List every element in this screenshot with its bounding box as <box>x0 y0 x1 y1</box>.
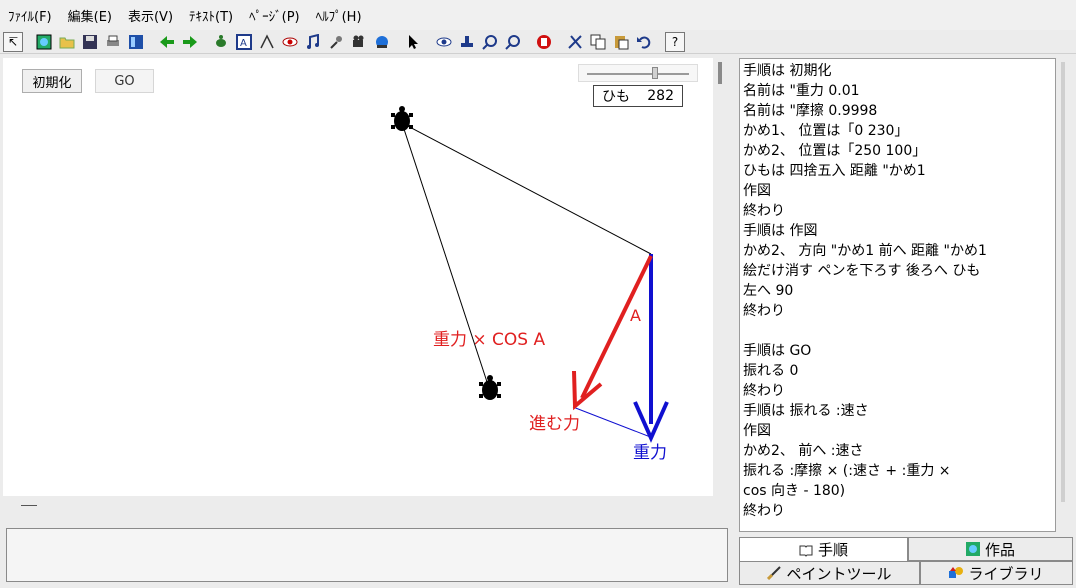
open-folder-icon[interactable] <box>57 32 77 52</box>
save-icon[interactable] <box>80 32 100 52</box>
string-line-1 <box>401 122 652 255</box>
music-icon[interactable] <box>303 32 323 52</box>
text-box-icon[interactable]: A <box>234 32 254 52</box>
code-line[interactable]: かめ2、 前へ :速さ <box>743 441 1055 461</box>
stop-hand-icon[interactable] <box>534 32 554 52</box>
code-line[interactable]: 名前は "摩擦 0.9998 <box>743 101 1055 121</box>
tab-library[interactable]: ライブラリ <box>920 561 1073 585</box>
code-line[interactable]: 振れる 0 <box>743 361 1055 381</box>
code-line[interactable]: かめ2、 位置は「250 100」 <box>743 141 1055 161</box>
tab-paint-label: ペイントツール <box>786 564 892 583</box>
zoom-in-icon[interactable] <box>480 32 500 52</box>
brush-icon <box>767 566 782 581</box>
angle-label: A <box>630 306 641 325</box>
turtle-1-icon <box>391 106 413 131</box>
book-icon <box>799 543 813 557</box>
code-line[interactable]: 終わり <box>743 381 1055 401</box>
turtle-2-icon <box>479 375 501 400</box>
menu-file[interactable]: ﾌｧｲﾙ(F) <box>0 6 60 25</box>
network-globe-icon[interactable] <box>372 32 392 52</box>
command-input[interactable] <box>6 528 728 582</box>
stamp-icon[interactable] <box>457 32 477 52</box>
svg-text:A: A <box>240 38 247 49</box>
code-line[interactable]: 左へ 90 <box>743 281 1055 301</box>
page-layout-icon[interactable] <box>126 32 146 52</box>
code-line[interactable]: 名前は "重力 0.01 <box>743 81 1055 101</box>
paste-icon[interactable] <box>611 32 631 52</box>
tab-library-label: ライブラリ <box>968 564 1044 583</box>
menu-text[interactable]: ﾃｷｽﾄ(T) <box>181 6 241 25</box>
code-line[interactable]: かめ2、 方向 "かめ1 前へ 距離 "かめ1 <box>743 241 1055 261</box>
restore-icon[interactable]: ↸ <box>3 31 23 52</box>
turtle-icon[interactable] <box>211 32 231 52</box>
microphone-icon[interactable] <box>326 32 346 52</box>
sensor-icon[interactable] <box>257 32 277 52</box>
gravity-label: 重力 <box>633 443 667 463</box>
work-globe-icon <box>965 542 980 556</box>
canvas-scrollbar[interactable] <box>718 62 722 84</box>
code-line[interactable]: 終わり <box>743 301 1055 321</box>
code-line[interactable]: 手順は 振れる :速さ <box>743 401 1055 421</box>
code-line[interactable]: 終わり <box>743 201 1055 221</box>
help-icon[interactable]: ? <box>665 31 685 52</box>
tab-procedure[interactable]: 手順 <box>739 537 908 561</box>
shapes-icon <box>949 566 964 580</box>
eye-red-icon[interactable] <box>280 32 300 52</box>
menu-edit[interactable]: 編集(E) <box>60 6 120 25</box>
pointer-icon[interactable] <box>403 32 423 52</box>
menu-help[interactable]: ﾍﾙﾌﾟ(H) <box>308 6 370 25</box>
undo-icon[interactable] <box>634 32 654 52</box>
copy-icon[interactable] <box>588 32 608 52</box>
code-line[interactable]: 振れる :摩擦 × (:速さ + :重力 × <box>743 461 1055 481</box>
tab-work-label: 作品 <box>984 540 1015 559</box>
code-line[interactable]: 作図 <box>743 181 1055 201</box>
code-line[interactable] <box>743 321 1055 341</box>
zoom-out-icon[interactable] <box>503 32 523 52</box>
code-line[interactable]: かめ1、 位置は「0 230」 <box>743 121 1055 141</box>
code-line[interactable]: 絵だけ消す ペンを下ろす 後ろへ ひも <box>743 261 1055 281</box>
canvas-splitter[interactable] <box>21 505 37 506</box>
menu-bar: ﾌｧｲﾙ(F) 編集(E) 表示(V) ﾃｷｽﾄ(T) ﾍﾟｰｼﾞ(P) ﾍﾙﾌ… <box>0 0 1076 30</box>
code-line[interactable]: 手順は GO <box>743 341 1055 361</box>
procedure-editor[interactable]: 手順は 初期化 名前は "重力 0.01 名前は "摩擦 0.9998 かめ1、 位置… <box>739 58 1056 532</box>
arrow-left-icon[interactable] <box>157 32 177 52</box>
susumu-label: 進む力 <box>529 414 580 434</box>
print-icon[interactable] <box>103 32 123 52</box>
code-line[interactable]: 手順は 初期化 <box>743 61 1055 81</box>
toolbar: ↸ A ? <box>0 30 1076 54</box>
pendulum-diagram: 重力 × COS A A 進む力 重力 <box>391 106 669 463</box>
forward-force-arrow <box>572 255 653 411</box>
code-line[interactable]: cos 向き - 180) <box>743 481 1055 501</box>
tab-procedure-label: 手順 <box>817 541 848 559</box>
code-line[interactable]: 手順は 作図 <box>743 221 1055 241</box>
cos-label: 重力 × COS A <box>433 330 545 350</box>
eye-icon[interactable] <box>434 32 454 52</box>
menu-page[interactable]: ﾍﾟｰｼﾞ(P) <box>241 6 307 25</box>
cut-icon[interactable] <box>565 32 585 52</box>
movie-icon[interactable] <box>349 32 369 52</box>
panel-tabs: 手順 作品 ペイントツール ライブラリ <box>739 537 1073 585</box>
code-line[interactable]: ひもは 四捨五入 距離 "かめ1 <box>743 161 1055 181</box>
arrow-right-icon[interactable] <box>180 32 200 52</box>
globe-icon[interactable] <box>34 32 54 52</box>
code-line[interactable]: 終わり <box>743 501 1055 521</box>
tab-work[interactable]: 作品 <box>908 537 1073 561</box>
drawing-canvas[interactable]: 初期化 GO ひも 282 重力 × COS A A 進む力 重力 <box>3 58 713 496</box>
editor-scrollbar[interactable] <box>1061 62 1065 502</box>
code-line[interactable]: 作図 <box>743 421 1055 441</box>
menu-view[interactable]: 表示(V) <box>120 6 181 25</box>
tab-paint[interactable]: ペイントツール <box>739 561 920 585</box>
